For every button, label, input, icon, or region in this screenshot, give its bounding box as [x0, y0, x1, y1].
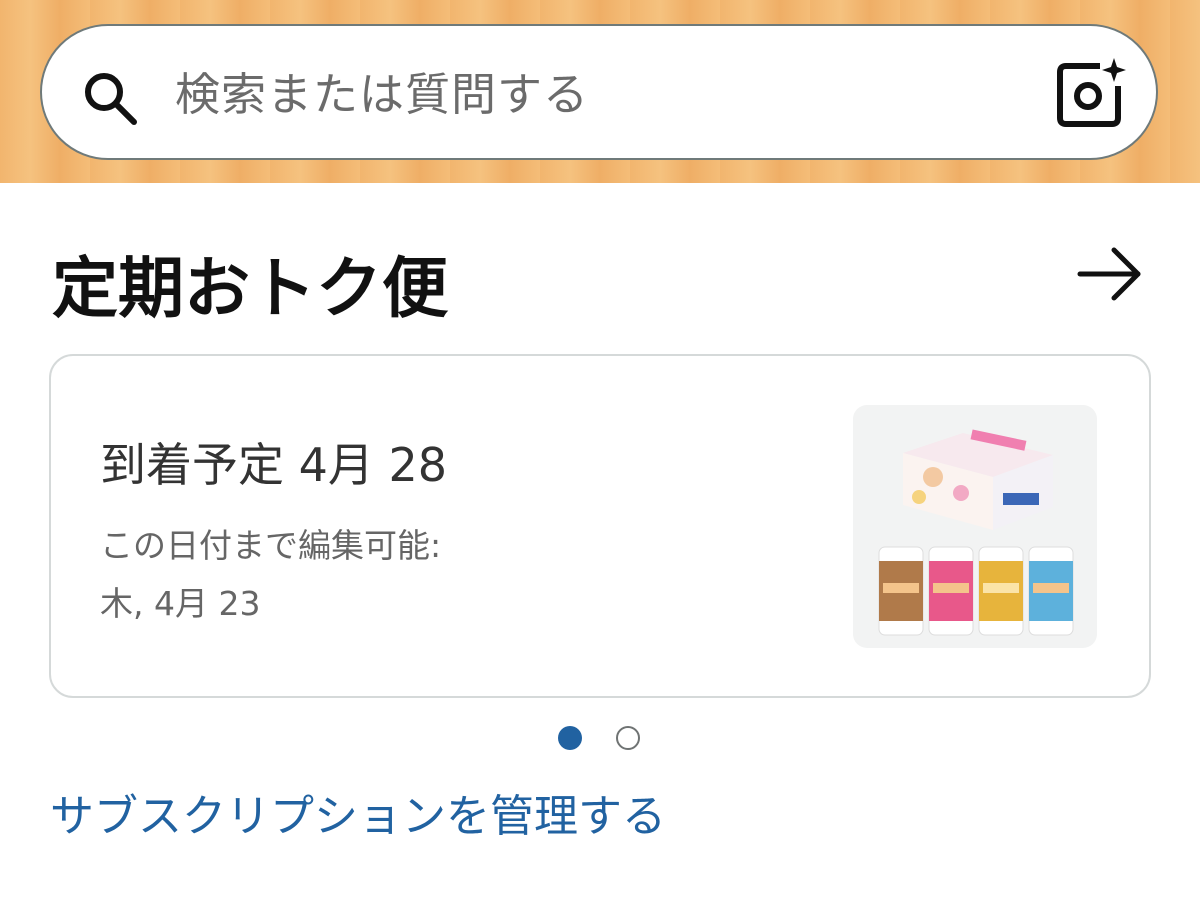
product-box-and-cups-image — [878, 429, 1074, 636]
edit-deadline-label: この日付まで編集可能: — [100, 526, 442, 565]
search-placeholder[interactable]: 検索または質問する — [175, 62, 589, 128]
delivery-date: 到着予定 4月 28 — [100, 438, 448, 492]
camera-sparkle-icon[interactable] — [1054, 56, 1128, 130]
manage-subscriptions-link[interactable]: サブスクリプションを管理する — [50, 786, 666, 848]
carousel-dot-active[interactable] — [558, 726, 582, 750]
product-image[interactable] — [853, 405, 1097, 648]
arrow-right-icon[interactable] — [1074, 244, 1146, 304]
search-icon[interactable] — [80, 68, 140, 128]
carousel-dot-inactive[interactable] — [616, 726, 640, 750]
section-title: 定期おトク便 — [52, 250, 448, 327]
edit-deadline-date: 木, 4月 23 — [100, 584, 261, 623]
